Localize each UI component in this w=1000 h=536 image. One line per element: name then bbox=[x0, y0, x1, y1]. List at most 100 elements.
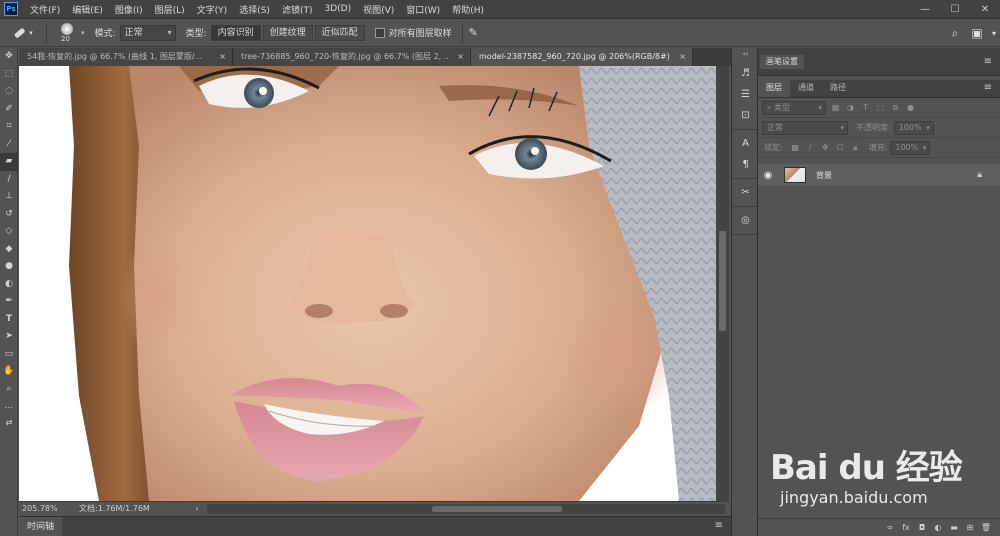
close-icon[interactable]: × bbox=[219, 48, 226, 66]
zoom-tool-icon[interactable]: ⌕ bbox=[0, 381, 18, 399]
swap-colors-icon[interactable]: ⇄ bbox=[0, 416, 18, 430]
brush-tool-icon[interactable]: / bbox=[0, 171, 18, 189]
lock-artboard-icon[interactable]: ⧠ bbox=[835, 142, 846, 153]
path-select-tool-icon[interactable]: ➤ bbox=[0, 328, 18, 346]
vertical-scrollbar[interactable] bbox=[716, 66, 729, 501]
tab-document-3[interactable]: model-2387582_960_720.jpg @ 206%(RGB/8#)… bbox=[471, 48, 693, 66]
menu-view[interactable]: 视图(V) bbox=[357, 3, 400, 16]
move-tool-icon[interactable]: ✥ bbox=[0, 48, 18, 66]
layer-row-background[interactable]: ◉ 背景 🔒︎ bbox=[758, 164, 1000, 186]
lock-transparency-icon[interactable]: ▩ bbox=[790, 142, 801, 153]
panel-menu-icon[interactable]: ≡ bbox=[715, 520, 723, 531]
menu-type[interactable]: 文字(Y) bbox=[191, 3, 234, 16]
pressure-size-icon[interactable]: ✎ bbox=[469, 26, 478, 39]
adjustments-icon[interactable]: ☰ bbox=[732, 84, 759, 105]
tab-document-1[interactable]: 54我-恢复的.jpg @ 66.7% (曲线 1, 图层蒙版/... × bbox=[19, 48, 233, 66]
tool-preset-picker[interactable]: ▾ bbox=[4, 22, 40, 44]
maximize-button[interactable]: ☐ bbox=[940, 0, 970, 19]
character-icon[interactable]: A bbox=[732, 133, 759, 154]
opacity-field[interactable]: 100% bbox=[893, 120, 934, 135]
marquee-tool-icon[interactable]: ⬚ bbox=[0, 66, 18, 84]
paragraph-icon[interactable]: ¶ bbox=[732, 154, 759, 175]
blend-mode-select[interactable]: 正常 bbox=[762, 120, 848, 135]
dodge-tool-icon[interactable]: ◐ bbox=[0, 276, 18, 294]
type-proximity-match-button[interactable]: 近似匹配 bbox=[314, 24, 365, 41]
tab-layers[interactable]: 图层 bbox=[758, 79, 790, 97]
tab-channels[interactable]: 通道 bbox=[790, 79, 822, 97]
chevron-down-icon[interactable]: ▾ bbox=[81, 29, 85, 37]
libraries-icon[interactable]: ◎ bbox=[732, 210, 759, 231]
menu-select[interactable]: 选择(S) bbox=[233, 3, 276, 16]
rectangle-tool-icon[interactable]: ▭ bbox=[0, 346, 18, 364]
menu-image[interactable]: 图像(I) bbox=[109, 3, 149, 16]
status-menu-arrow-icon[interactable]: › bbox=[191, 504, 203, 513]
adjustment-layer-icon[interactable]: ◐ bbox=[930, 523, 946, 532]
menu-help[interactable]: 帮助(H) bbox=[446, 3, 490, 16]
tab-timeline[interactable]: 时间轴 bbox=[19, 516, 63, 536]
close-window-button[interactable]: ✕ bbox=[970, 0, 1000, 19]
crop-tool-icon[interactable]: ⌗ bbox=[0, 118, 18, 136]
menu-window[interactable]: 窗口(W) bbox=[400, 3, 446, 16]
brush-size-picker[interactable]: 20 bbox=[53, 21, 81, 45]
zoom-level[interactable]: 205.78% bbox=[19, 504, 61, 513]
close-icon[interactable]: × bbox=[679, 48, 686, 66]
hand-tool-icon[interactable]: ✋ bbox=[0, 363, 18, 381]
link-layers-icon[interactable]: ∞ bbox=[882, 523, 898, 532]
quick-select-tool-icon[interactable]: ✐ bbox=[0, 101, 18, 119]
collapse-arrows-icon[interactable]: ‹‹ bbox=[732, 48, 759, 60]
chevron-down-icon[interactable]: ▾ bbox=[988, 29, 1000, 38]
new-layer-icon[interactable]: ⊞ bbox=[962, 523, 978, 532]
sample-all-layers-checkbox[interactable] bbox=[374, 27, 385, 38]
brush-settings-icon[interactable]: ♬ bbox=[732, 63, 759, 84]
trash-icon[interactable]: 🗑︎ bbox=[978, 523, 994, 532]
menu-filter[interactable]: 滤镜(T) bbox=[276, 3, 319, 16]
horizontal-scroll-thumb[interactable] bbox=[432, 505, 562, 512]
minimize-button[interactable]: — bbox=[910, 0, 940, 19]
panel-menu-icon[interactable]: ≡ bbox=[984, 82, 992, 93]
close-icon[interactable]: × bbox=[457, 48, 464, 66]
new-group-icon[interactable]: ▬ bbox=[946, 523, 962, 532]
fill-field[interactable]: 100% bbox=[890, 140, 931, 155]
filter-shape-icon[interactable]: ⬚ bbox=[875, 102, 886, 113]
lock-pixels-icon[interactable]: / bbox=[805, 142, 816, 153]
horizontal-scrollbar[interactable] bbox=[207, 503, 725, 514]
tab-brush-settings[interactable]: 画笔设置 bbox=[760, 54, 804, 69]
type-create-texture-button[interactable]: 创建纹理 bbox=[262, 24, 313, 41]
add-mask-icon[interactable]: ◘ bbox=[914, 523, 930, 532]
lock-all-icon[interactable]: 🔒︎ bbox=[850, 142, 861, 153]
clone-source-icon[interactable]: ⊡ bbox=[732, 105, 759, 126]
menu-edit[interactable]: 编辑(E) bbox=[66, 3, 109, 16]
vertical-scroll-thumb[interactable] bbox=[719, 231, 726, 331]
menu-3d[interactable]: 3D(D) bbox=[318, 4, 357, 14]
menu-layer[interactable]: 图层(L) bbox=[149, 3, 191, 16]
filter-adjustment-icon[interactable]: ◑ bbox=[845, 102, 856, 113]
tab-paths[interactable]: 路径 bbox=[822, 79, 854, 97]
lasso-tool-icon[interactable]: ◌ bbox=[0, 83, 18, 101]
workspace-icon[interactable]: ▣ bbox=[966, 26, 988, 40]
filter-toggle-icon[interactable]: ● bbox=[905, 102, 916, 113]
more-tools-icon[interactable]: … bbox=[0, 398, 18, 416]
eye-icon[interactable]: ◉ bbox=[758, 170, 778, 181]
menu-file[interactable]: 文件(F) bbox=[24, 3, 66, 16]
filter-smart-object-icon[interactable]: ⧉ bbox=[890, 102, 901, 113]
type-content-aware-button[interactable]: 内容识别 bbox=[210, 24, 261, 41]
spot-healing-tool-icon[interactable]: ▰ bbox=[0, 153, 18, 171]
filter-pixel-icon[interactable]: ▦ bbox=[830, 102, 841, 113]
history-brush-tool-icon[interactable]: ↺ bbox=[0, 206, 18, 224]
mode-select[interactable]: 正常 bbox=[119, 24, 176, 41]
panel-menu-icon[interactable]: ≡ bbox=[984, 56, 992, 67]
filter-type-icon[interactable]: T bbox=[860, 102, 871, 113]
document-canvas[interactable] bbox=[19, 66, 716, 501]
type-tool-icon[interactable]: T bbox=[0, 311, 18, 329]
clone-stamp-tool-icon[interactable]: ⊥ bbox=[0, 188, 18, 206]
eraser-tool-icon[interactable]: ◇ bbox=[0, 223, 18, 241]
layer-filter-select[interactable]: ⌕ 类型 bbox=[762, 100, 826, 115]
paint-bucket-tool-icon[interactable]: ◆ bbox=[0, 241, 18, 259]
fx-icon[interactable]: fx bbox=[898, 523, 914, 532]
tools-icon[interactable]: ✂ bbox=[732, 182, 759, 203]
search-icon[interactable]: ⌕ bbox=[944, 26, 966, 41]
blur-tool-icon[interactable]: ● bbox=[0, 258, 18, 276]
lock-position-icon[interactable]: ✥ bbox=[820, 142, 831, 153]
pen-tool-icon[interactable]: ✒ bbox=[0, 293, 18, 311]
eyedropper-tool-icon[interactable]: ⁄ bbox=[0, 136, 18, 154]
